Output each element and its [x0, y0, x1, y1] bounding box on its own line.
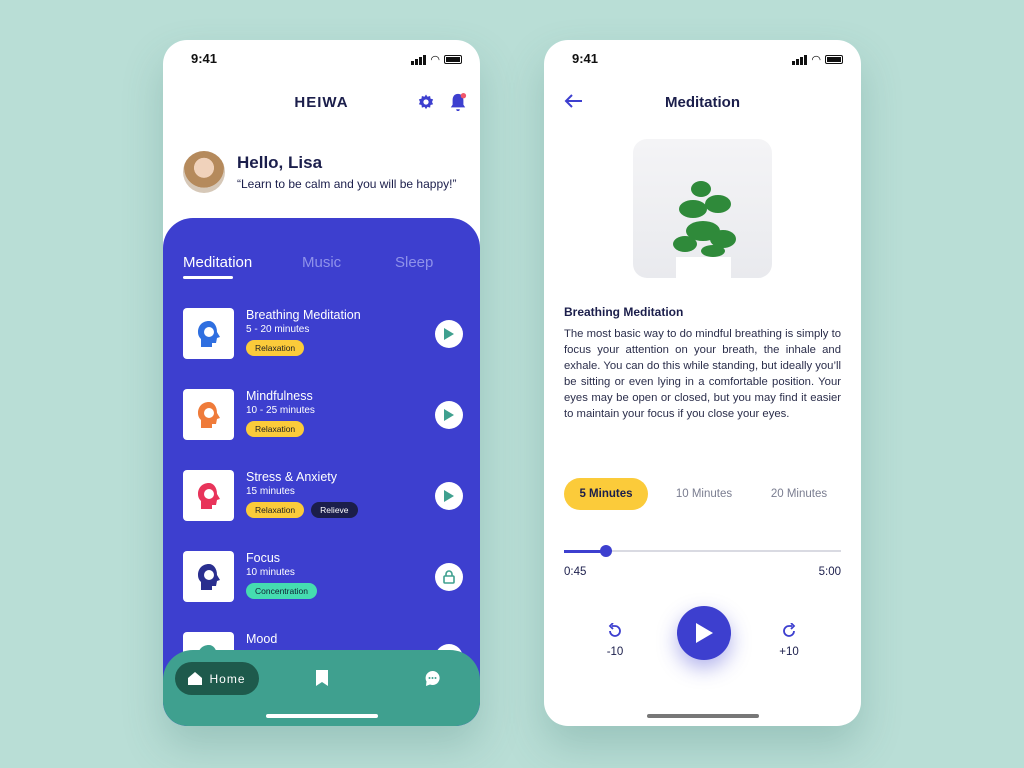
- progress-thumb[interactable]: [599, 545, 612, 557]
- nav-home-label: Home: [209, 671, 246, 686]
- tab-music[interactable]: Music: [302, 254, 341, 271]
- status-icons: ◠: [411, 53, 462, 66]
- list-item[interactable]: Breathing Meditation 5 - 20 minutes Rela…: [183, 308, 463, 360]
- list-item[interactable]: Stress & Anxiety 15 minutes Relaxation Re…: [183, 470, 463, 522]
- play-icon: [444, 490, 454, 502]
- home-screen: 9:41 ◠ HEIWA Hello, Lisa “Learn to be ca…: [163, 40, 480, 726]
- forward-label: +10: [779, 646, 799, 658]
- total-time: 5:00: [818, 566, 841, 578]
- item-tags: Relaxation Relieve: [246, 502, 358, 518]
- bell-icon[interactable]: [449, 92, 467, 112]
- tag: Concentration: [246, 583, 317, 599]
- greeting: Hello, Lisa: [237, 153, 323, 172]
- head-icon: [197, 482, 220, 509]
- wifi-icon: ◠: [430, 54, 440, 66]
- current-time: 0:45: [564, 566, 587, 578]
- rewind-label: -10: [606, 646, 624, 658]
- wifi-icon: ◠: [811, 54, 821, 66]
- tag: Relaxation: [246, 421, 305, 437]
- duration-20-minutes[interactable]: 20 Minutes: [757, 478, 841, 510]
- home-indicator: [266, 714, 378, 718]
- item-tags: Relaxation: [246, 421, 305, 437]
- head-icon: [197, 401, 220, 428]
- lock-icon: [443, 570, 455, 584]
- item-title: Mood: [246, 632, 278, 646]
- tab-meditation[interactable]: Meditation: [183, 254, 252, 271]
- home-indicator: [647, 714, 759, 718]
- tag: Relaxation: [246, 502, 305, 518]
- item-thumbnail: [183, 551, 234, 602]
- head-icon: [197, 320, 220, 347]
- rewind-icon[interactable]: [607, 623, 623, 639]
- tab-underline: [183, 276, 233, 279]
- battery-icon: [444, 55, 462, 64]
- home-icon: [188, 672, 203, 685]
- forward-icon[interactable]: [781, 623, 797, 639]
- status-time: 9:41: [191, 51, 218, 66]
- detail-screen: 9:41 ◠ Meditation Breathing Meditation T…: [544, 40, 861, 726]
- battery-icon: [825, 55, 843, 64]
- bottom-nav: Home: [163, 650, 480, 726]
- plant-image: [633, 139, 772, 278]
- item-duration: 10 - 25 minutes: [246, 405, 315, 416]
- bookmark-icon[interactable]: [316, 670, 328, 686]
- item-duration: 5 - 20 minutes: [246, 324, 310, 335]
- item-title: Focus: [246, 551, 281, 565]
- status-time: 9:41: [572, 51, 599, 66]
- item-thumbnail: [183, 470, 234, 521]
- play-icon: [444, 328, 454, 340]
- tag: Relieve: [311, 502, 358, 518]
- plant-illustration: [673, 181, 736, 278]
- lock-button[interactable]: [435, 563, 463, 591]
- duration-10-minutes[interactable]: 10 Minutes: [662, 478, 746, 510]
- item-title: Stress & Anxiety: [246, 470, 338, 484]
- gear-icon[interactable]: [417, 93, 435, 111]
- signal-icon: [411, 54, 427, 65]
- item-title: Breathing Meditation: [246, 308, 361, 322]
- item-duration: 10 minutes: [246, 567, 295, 578]
- list-item[interactable]: Mindfulness 10 - 25 minutes Relaxation: [183, 389, 463, 441]
- signal-icon: [792, 54, 808, 65]
- tag: Relaxation: [246, 340, 305, 356]
- head-icon: [197, 563, 220, 590]
- item-thumbnail: [183, 308, 234, 359]
- page-title: Meditation: [665, 94, 740, 111]
- play-icon: [696, 623, 713, 643]
- item-duration: 15 minutes: [246, 486, 295, 497]
- item-thumbnail: [183, 389, 234, 440]
- play-button[interactable]: [435, 401, 463, 429]
- play-icon: [444, 409, 454, 421]
- play-button[interactable]: [677, 606, 731, 660]
- tab-sleep[interactable]: Sleep: [395, 254, 433, 271]
- nav-home[interactable]: Home: [175, 662, 259, 695]
- description: The most basic way to do mindful breathi…: [564, 328, 841, 420]
- item-tags: Relaxation: [246, 340, 305, 356]
- item-title: Mindfulness: [246, 389, 313, 403]
- avatar[interactable]: [183, 151, 225, 193]
- detail-title: Breathing Meditation: [564, 305, 684, 319]
- status-icons: ◠: [792, 53, 843, 66]
- duration-5-minutes[interactable]: 5 Minutes: [564, 478, 648, 510]
- list-item[interactable]: Focus 10 minutes Concentration: [183, 551, 463, 603]
- item-tags: Concentration: [246, 583, 317, 599]
- play-button[interactable]: [435, 320, 463, 348]
- chat-icon[interactable]: [425, 671, 440, 686]
- play-button[interactable]: [435, 482, 463, 510]
- quote: “Learn to be calm and you will be happy!…: [237, 177, 457, 191]
